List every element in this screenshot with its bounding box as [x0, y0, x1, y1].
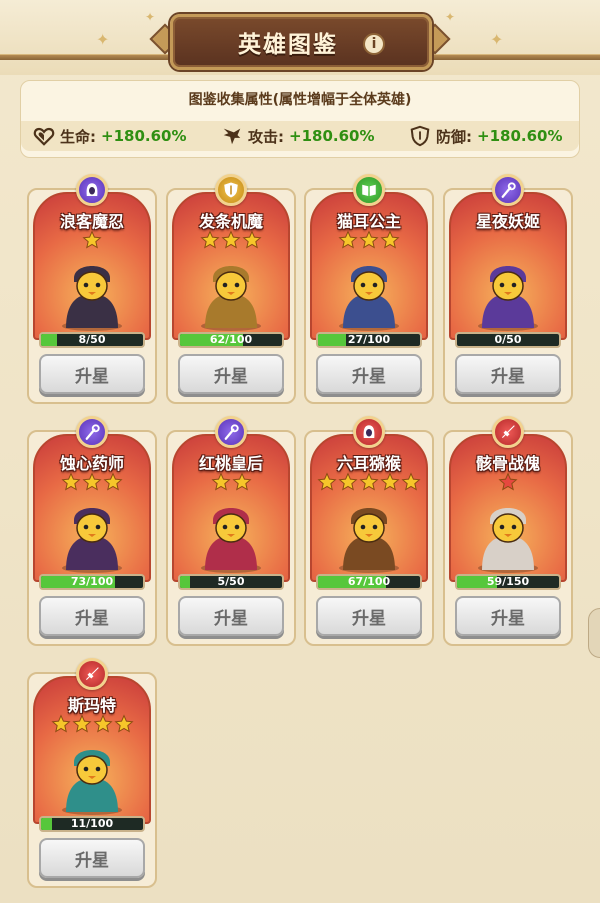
progress-text: 8/50 — [78, 333, 106, 346]
upgrade-star-button[interactable]: 升星 — [178, 354, 284, 394]
hero-shard-progress: 11/100 — [39, 816, 145, 832]
upgrade-star-button[interactable]: 升星 — [316, 354, 422, 394]
stat-defense-value: +180.60% — [477, 127, 563, 145]
hero-name: 骸骨战傀 — [475, 454, 540, 473]
info-button[interactable]: i — [363, 33, 385, 55]
hero-name: 斯玛特 — [67, 696, 116, 715]
upgrade-star-button[interactable]: 升星 — [455, 596, 561, 636]
hood-icon — [76, 174, 108, 206]
sword-icon — [492, 416, 524, 448]
progress-text: 0/50 — [494, 333, 522, 346]
hero-stars — [166, 472, 296, 492]
shield-icon — [215, 174, 247, 206]
progress-text: 27/100 — [347, 333, 391, 346]
staff-icon — [76, 416, 108, 448]
collection-stats-panel: 图鉴收集属性(属性增幅于全体英雄) 生命: +180.60% 攻击: +180.… — [20, 80, 580, 158]
hero-name: 蚀心药师 — [59, 454, 124, 473]
upgrade-star-button[interactable]: 升星 — [455, 354, 561, 394]
hero-shard-progress: 0/50 — [455, 332, 561, 348]
upgrade-star-button[interactable]: 升星 — [39, 838, 145, 878]
hero-stars — [166, 230, 296, 250]
hero-portrait — [478, 508, 538, 573]
progress-text: 59/150 — [486, 575, 530, 588]
upgrade-star-button[interactable]: 升星 — [316, 596, 422, 636]
page-title: 英雄图鉴 — [238, 32, 338, 58]
hero-card[interactable]: 猫耳公主 27/100 升星 — [304, 174, 434, 404]
upgrade-star-button[interactable]: 升星 — [178, 596, 284, 636]
hero-name: 六耳猕猴 — [336, 454, 401, 473]
shield-icon — [409, 125, 431, 147]
book-icon — [353, 174, 385, 206]
staff-icon — [215, 416, 247, 448]
hero-card[interactable]: 蚀心药师 73/100 升星 — [27, 416, 157, 646]
hero-card[interactable]: 骸骨战傀 59/150 升星 — [443, 416, 573, 646]
attack-wing-icon — [221, 125, 243, 147]
hero-shard-progress: 5/50 — [178, 574, 284, 590]
hero-card[interactable]: 斯玛特 11/100 升星 — [27, 658, 157, 888]
hero-portrait — [62, 750, 122, 815]
hero-portrait — [478, 266, 538, 331]
hero-portrait — [339, 266, 399, 331]
hero-stars — [304, 472, 434, 492]
sword-icon — [76, 658, 108, 690]
hero-card[interactable]: 发条机魔 62/100 升星 — [166, 174, 296, 404]
stat-hp: 生命: +180.60% — [33, 125, 186, 147]
hero-card[interactable]: 浪客魔忍 8/50 升星 — [27, 174, 157, 404]
stats-heading: 图鉴收集属性(属性增幅于全体英雄) — [188, 92, 412, 108]
hero-shard-progress: 8/50 — [39, 332, 145, 348]
hero-shard-progress: 67/100 — [316, 574, 422, 590]
hero-stars — [27, 714, 157, 734]
hero-collection-page: ✦ ✦ ✦ ✦ 英雄图鉴 i 图鉴收集属性(属性增幅于全体英雄) 生命: +18… — [0, 0, 600, 903]
hero-card[interactable]: 六耳猕猴 67/100 升星 — [304, 416, 434, 646]
stat-attack-label: 攻击: — [248, 127, 284, 146]
hero-stars — [27, 472, 157, 492]
stat-attack: 攻击: +180.60% — [221, 125, 374, 147]
progress-text: 11/100 — [70, 817, 114, 830]
hero-shard-progress: 59/150 — [455, 574, 561, 590]
hero-portrait — [339, 508, 399, 573]
sparkle-icon: ✦ — [145, 10, 156, 24]
upgrade-star-button[interactable]: 升星 — [39, 354, 145, 394]
hero-stars — [27, 230, 157, 250]
hero-shard-progress: 62/100 — [178, 332, 284, 348]
hero-shard-progress: 27/100 — [316, 332, 422, 348]
hero-card[interactable]: 星夜妖姬 0/50 升星 — [443, 174, 573, 404]
sparkle-icon: ✦ — [490, 30, 504, 49]
hero-card[interactable]: 红桃皇后 5/50 升星 — [166, 416, 296, 646]
hero-portrait — [62, 508, 122, 573]
upgrade-star-button[interactable]: 升星 — [39, 596, 145, 636]
hero-stars — [443, 472, 573, 492]
progress-text: 67/100 — [347, 575, 391, 588]
side-scroll-tab[interactable] — [588, 608, 600, 658]
hero-name: 星夜妖姬 — [475, 212, 540, 231]
hero-name: 发条机魔 — [198, 212, 263, 231]
title-banner: 英雄图鉴 i — [170, 14, 432, 70]
stat-hp-label: 生命: — [60, 127, 96, 146]
stat-defense-label: 防御: — [436, 127, 472, 146]
hero-shard-progress: 73/100 — [39, 574, 145, 590]
stat-defense: 防御: +180.60% — [409, 125, 562, 147]
hero-name: 浪客魔忍 — [59, 212, 124, 231]
hero-portrait — [201, 508, 261, 573]
stat-hp-value: +180.60% — [101, 127, 187, 145]
hero-stars — [304, 230, 434, 250]
hero-name: 猫耳公主 — [336, 212, 401, 231]
progress-text: 62/100 — [209, 333, 253, 346]
hero-portrait — [201, 266, 261, 331]
stat-attack-value: +180.60% — [289, 127, 375, 145]
sparkle-icon: ✦ — [445, 10, 456, 24]
progress-text: 73/100 — [70, 575, 114, 588]
hero-portrait — [62, 266, 122, 331]
hood-icon — [353, 416, 385, 448]
heart-icon — [33, 125, 55, 147]
sparkle-icon: ✦ — [96, 30, 110, 49]
stats-row: 生命: +180.60% 攻击: +180.60% 防御: +180.60% — [21, 121, 579, 151]
hero-name: 红桃皇后 — [198, 454, 263, 473]
staff-icon — [492, 174, 524, 206]
progress-text: 5/50 — [217, 575, 245, 588]
